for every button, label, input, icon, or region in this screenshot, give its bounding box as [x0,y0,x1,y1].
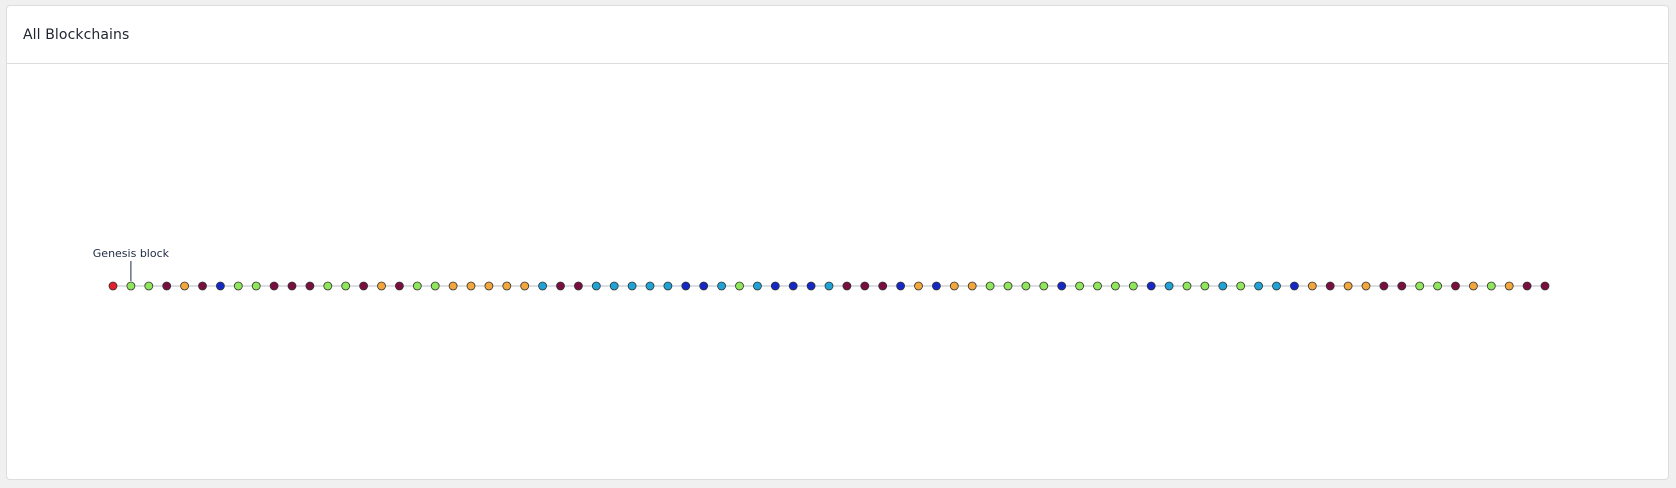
block-node[interactable] [788,281,798,291]
block-node[interactable] [1003,281,1013,291]
block-node[interactable] [180,281,190,291]
block-node[interactable] [1361,281,1371,291]
block-node[interactable] [896,281,905,291]
block-node[interactable] [359,281,369,291]
block-node[interactable] [681,281,691,291]
block-node[interactable] [341,281,351,291]
block-node[interactable] [824,281,834,291]
block-node[interactable] [1236,281,1246,291]
block-node[interactable] [305,281,315,291]
block-node[interactable] [1200,281,1210,291]
card-title: All Blockchains [23,26,130,43]
blockchain-graph: Genesis block [93,247,1550,291]
block-node[interactable] [1093,281,1102,291]
block-node[interactable] [1343,281,1353,291]
block-node[interactable] [538,281,547,291]
block-node[interactable] [753,281,762,291]
block-node[interactable] [1433,281,1442,291]
block-node[interactable] [502,281,512,291]
block-node[interactable] [323,281,333,291]
block-node[interactable] [663,281,673,291]
block-node[interactable] [591,281,601,291]
block-node[interactable] [233,281,243,291]
block-node[interactable] [556,281,565,291]
chain-canvas: Genesis block [7,64,1668,479]
block-node[interactable] [1290,281,1299,291]
block-node[interactable] [932,281,941,291]
block-node[interactable] [144,281,154,291]
block-node[interactable] [967,281,977,291]
block-node[interactable] [466,281,476,291]
block-node[interactable] [269,281,279,291]
block-node[interactable] [198,281,207,291]
block-node[interactable] [1182,281,1192,291]
block-node[interactable] [377,281,386,291]
block-node[interactable] [699,281,709,291]
block-node[interactable] [1075,281,1084,291]
block-node[interactable] [1469,281,1478,291]
genesis-block-label: Genesis block [93,247,170,260]
block-node[interactable] [860,281,870,291]
block-node[interactable] [448,281,458,291]
block-node[interactable] [949,281,959,291]
card-header: All Blockchains [7,6,1668,64]
block-node[interactable] [1218,281,1228,291]
block-node[interactable] [1164,281,1174,291]
block-node[interactable] [394,281,404,291]
block-node[interactable] [1128,281,1138,291]
block-node[interactable] [1522,281,1532,291]
block-node[interactable] [985,281,995,291]
block-node[interactable] [806,281,816,291]
block-node[interactable] [914,281,923,291]
block-node[interactable] [484,281,494,291]
block-node[interactable] [1540,281,1550,291]
block-node[interactable] [1379,281,1389,291]
block-node[interactable] [717,281,726,291]
block-node[interactable] [108,281,118,291]
block-node[interactable] [609,281,619,291]
block-node[interactable] [162,281,172,291]
block-node[interactable] [574,281,583,291]
block-node[interactable] [770,281,780,291]
block-node[interactable] [1325,281,1335,291]
block-node[interactable] [520,281,530,291]
block-node[interactable] [1451,281,1460,291]
block-node[interactable] [627,281,637,291]
block-node[interactable] [1397,281,1407,291]
block-node[interactable] [430,281,440,291]
block-node[interactable] [215,281,225,291]
block-node[interactable] [1272,281,1281,291]
blockchains-card: All Blockchains Genesis block [6,5,1669,480]
block-node[interactable] [1039,281,1049,291]
block-node[interactable] [1057,281,1067,291]
block-node[interactable] [645,281,655,291]
block-node[interactable] [126,281,136,291]
block-node[interactable] [251,281,261,291]
block-node[interactable] [842,281,852,291]
block-node[interactable] [1307,281,1317,291]
block-node[interactable] [287,281,297,291]
block-node[interactable] [1504,281,1514,291]
block-node[interactable] [1021,281,1031,291]
block-node[interactable] [878,281,888,291]
block-node[interactable] [1146,281,1156,291]
block-node[interactable] [1486,281,1496,291]
block-node[interactable] [735,281,744,291]
block-node[interactable] [1415,281,1425,291]
block-node[interactable] [412,281,422,291]
block-node[interactable] [1254,281,1263,291]
block-node[interactable] [1111,281,1120,291]
